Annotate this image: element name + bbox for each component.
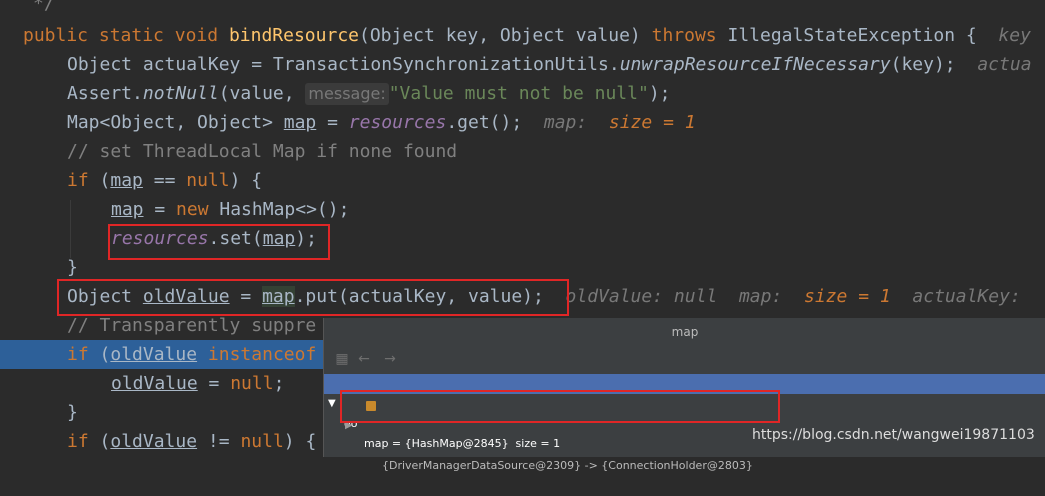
code-text: (key); [890, 54, 956, 75]
kw-if: if [67, 344, 89, 365]
field-resources: resources [348, 112, 447, 133]
code-line-4[interactable]: Map<Object, Object> map = resources.get(… [0, 108, 1045, 137]
variable-oldvalue: oldValue [110, 431, 198, 452]
forward-arrow-icon[interactable]: → [380, 349, 400, 369]
inline-hint-value: size = 1 [804, 286, 891, 307]
comment-end: */ [33, 0, 55, 14]
variable-oldvalue: oldValue [110, 344, 198, 365]
inline-hint-actualkey: actualKey: [912, 286, 1021, 307]
code-text: HashMap<>(); [208, 199, 350, 220]
parameter-hint: message: [305, 83, 389, 105]
code-line-0[interactable]: */ [0, 0, 1045, 18]
code-text: ); [648, 83, 671, 104]
code-text: ) { [229, 170, 263, 191]
tree-row-label: map = {HashMap@2845} size = 1 [364, 437, 561, 450]
popup-toolbar: ▦ ← → [324, 346, 1045, 372]
code-text: == [142, 170, 187, 191]
inline-hint-value: null [673, 286, 718, 307]
kw-null: null [240, 431, 284, 452]
code-text: = [143, 199, 177, 220]
code-line-7[interactable]: map = new HashMap<>(); [0, 195, 1045, 224]
inline-hint-actual: actua [977, 54, 1032, 75]
grid-icon[interactable]: ▦ [332, 349, 352, 369]
code-text: ( [88, 431, 111, 452]
code-line-3[interactable]: Assert.notNull(value, message: "Value mus… [0, 79, 1045, 108]
inline-hint-map: map: [738, 286, 783, 307]
comment: // set ThreadLocal Map if none found [67, 141, 458, 162]
code-text: Assert. [67, 83, 143, 104]
kw-null: null [186, 170, 230, 191]
popup-title: map [324, 318, 1045, 346]
variable-map: map [110, 170, 143, 191]
static-call: unwrapResourceIfNecessary [619, 54, 891, 75]
code-text: ) { [283, 431, 317, 452]
inline-hint-key: key [998, 25, 1031, 46]
kw-null: null [230, 373, 274, 394]
back-arrow-icon[interactable]: ← [354, 349, 374, 369]
closing-brace: } [67, 402, 78, 423]
kw-static: static [98, 25, 164, 46]
annotation-box-map-put [57, 279, 569, 316]
kw-if: if [67, 170, 89, 191]
closing-brace: } [67, 257, 78, 278]
kw-throws: throws [651, 25, 717, 46]
code-line-2[interactable]: Object actualKey = TransactionSynchroniz… [0, 50, 1045, 79]
inline-hint-oldvalue: oldValue: [565, 286, 664, 307]
kw-public: public [23, 25, 89, 46]
kw-new: new [176, 199, 209, 220]
kw-if: if [67, 431, 89, 452]
watermark: https://blog.csdn.net/wangwei19871103 [752, 427, 1035, 443]
code-text: ; [273, 373, 285, 394]
code-line-5[interactable]: // set ThreadLocal Map if none found [0, 137, 1045, 166]
code-text: ( [88, 170, 111, 191]
code-text: = [316, 112, 349, 133]
code-text: Map<Object, Object> [67, 112, 284, 133]
code-line-6[interactable]: if (map == null) { [0, 166, 1045, 195]
static-call: notNull [142, 83, 219, 104]
comment: // Transparently suppre [67, 315, 317, 336]
variable-oldvalue: oldValue [111, 373, 198, 394]
inline-hint-value: size = 1 [608, 112, 696, 133]
method-params: (Object key, Object value) [359, 25, 652, 46]
annotation-box-map-entry [340, 390, 780, 423]
code-text: ( [88, 344, 111, 365]
code-text: .get(); [446, 112, 523, 133]
variable-map: map [111, 199, 144, 220]
kw-instanceof: instanceof [207, 344, 317, 365]
code-text: != [197, 431, 241, 452]
code-line-1[interactable]: public static void bindResource(Object k… [0, 21, 1045, 50]
string-literal: "Value must not be null" [388, 83, 649, 104]
kw-void: void [174, 25, 219, 46]
tree-row-label: {DriverManagerDataSource@2309} -> {Conne… [382, 459, 753, 472]
exception-type: IllegalStateException { [716, 25, 977, 46]
variable-map: map [283, 112, 317, 133]
method-name: bindResource [228, 25, 359, 46]
inline-hint-map: map: [543, 112, 588, 133]
annotation-box-resources-set [108, 224, 330, 260]
code-text: Object actualKey = TransactionSynchroniz… [67, 54, 620, 75]
code-text: = [197, 373, 231, 394]
code-text: (value, [218, 83, 306, 104]
